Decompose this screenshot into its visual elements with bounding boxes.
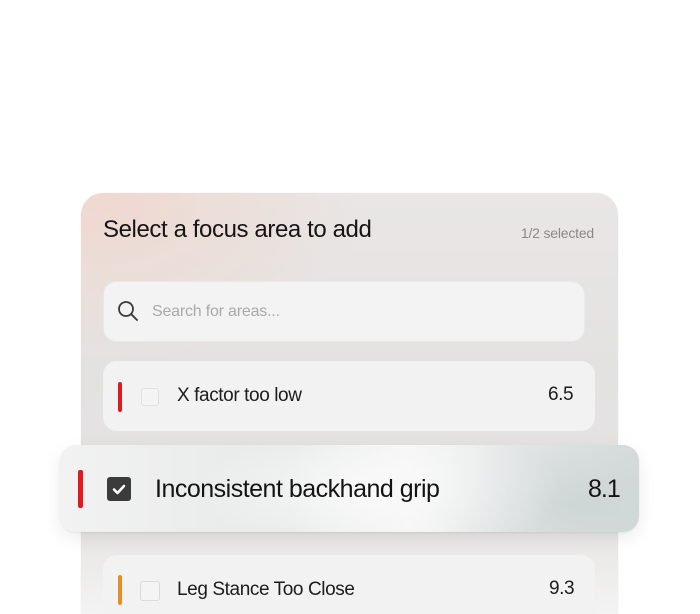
severity-bar — [78, 470, 83, 508]
item-checkbox[interactable] — [140, 581, 160, 601]
severity-bar — [118, 575, 122, 605]
severity-bar — [118, 382, 122, 412]
item-label: Leg Stance Too Close — [177, 579, 355, 600]
item-checkbox[interactable] — [141, 388, 159, 406]
search-icon — [117, 300, 139, 322]
list-item-x-factor[interactable]: X factor too low 6.5 — [103, 361, 595, 431]
check-icon — [107, 484, 131, 505]
search-input[interactable] — [152, 301, 552, 323]
selection-count: 1/2 selected — [520, 225, 594, 241]
item-label: Inconsistent backhand grip — [155, 475, 440, 503]
dialog-title: Select a focus area to add — [103, 216, 372, 243]
focus-area-picker: Select a focus area to add 1/2 selected … — [0, 0, 700, 614]
item-label: X factor too low — [177, 385, 302, 406]
item-checkbox-checked[interactable] — [107, 477, 131, 501]
list-item-backhand-grip[interactable]: Inconsistent backhand grip 8.1 — [60, 445, 639, 532]
list-item-leg-stance[interactable]: Leg Stance Too Close 9.3 — [103, 555, 595, 614]
item-score: 8.1 — [588, 475, 621, 503]
item-score: 9.3 — [549, 578, 575, 599]
item-score: 6.5 — [548, 384, 574, 405]
